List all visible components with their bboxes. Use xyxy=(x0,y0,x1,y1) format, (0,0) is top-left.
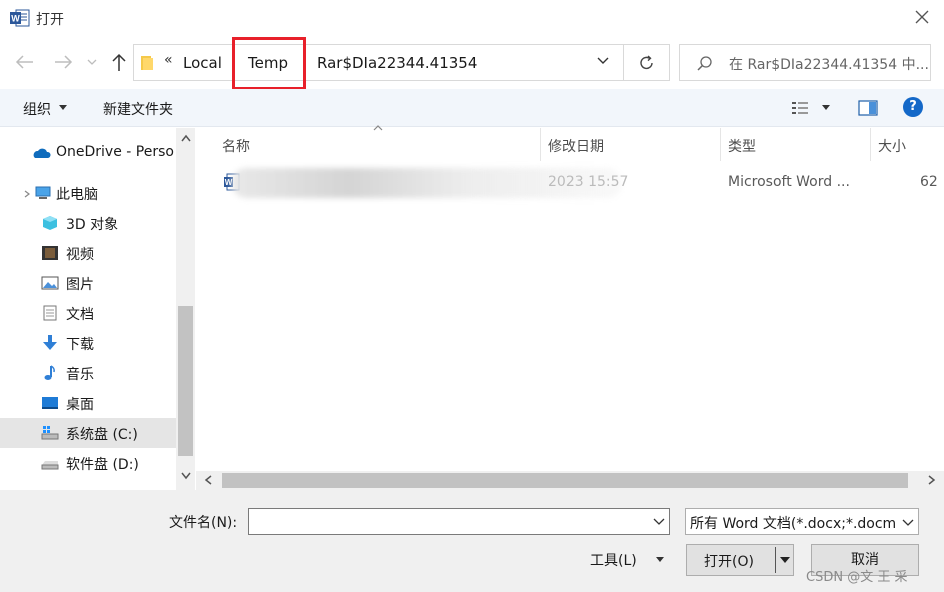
overflow-chevron[interactable]: « xyxy=(164,52,173,68)
organize-caret-icon[interactable] xyxy=(59,105,67,110)
column-divider[interactable] xyxy=(720,128,721,161)
download-icon xyxy=(43,335,57,350)
sidebar-item-label: 此电脑 xyxy=(56,187,98,203)
command-toolbar: 组织 新建文件夹 xyxy=(0,89,944,127)
filename-input[interactable] xyxy=(248,508,670,535)
sidebar-item-label: 文档 xyxy=(66,307,94,323)
file-modified: 2023 15:57 xyxy=(548,174,629,190)
back-arrow-icon[interactable] xyxy=(14,51,36,73)
sidebar-item-label: 图片 xyxy=(66,277,94,293)
sidebar-item-documents[interactable]: 文档 xyxy=(0,298,176,328)
sidebar-item-videos[interactable]: 视频 xyxy=(0,238,176,268)
file-size: 62 xyxy=(920,174,938,190)
search-box[interactable]: 在 Rar$DIa22344.41354 中... xyxy=(679,44,931,81)
onedrive-icon xyxy=(33,148,51,158)
tools-menu-button[interactable]: 工具(L) xyxy=(590,550,637,570)
drive-c-icon xyxy=(41,426,59,440)
filter-dropdown-icon xyxy=(900,517,914,527)
sidebar-item-drive-d[interactable]: 软件盘 (D:) xyxy=(0,448,176,478)
column-header-size[interactable]: 大小 xyxy=(878,136,906,156)
column-header-name[interactable]: 名称 xyxy=(222,136,250,156)
column-divider[interactable] xyxy=(540,128,541,161)
sidebar-item-label: 软件盘 (D:) xyxy=(66,457,139,473)
open-options-caret-icon[interactable] xyxy=(780,557,790,563)
refresh-icon xyxy=(640,55,653,70)
forward-arrow-icon[interactable] xyxy=(52,51,74,73)
sidebar-item-label: 下载 xyxy=(66,337,94,353)
desktop-icon xyxy=(42,397,58,409)
column-header-type[interactable]: 类型 xyxy=(728,136,756,156)
drive-d-icon xyxy=(41,461,59,470)
sidebar-item-label: 桌面 xyxy=(66,397,94,413)
scroll-down-arrow-icon[interactable] xyxy=(181,472,191,480)
title-bar: W 打开 xyxy=(0,0,944,38)
breadcrumb-local[interactable]: Local xyxy=(183,54,222,72)
sidebar-item-label: 系统盘 (C:) xyxy=(66,427,138,443)
scroll-left-arrow-icon[interactable] xyxy=(204,475,212,485)
preview-pane-icon[interactable] xyxy=(858,100,878,116)
sidebar-item-downloads[interactable]: 下载 xyxy=(0,328,176,358)
file-type-filter-select[interactable]: 所有 Word 文档(*.docx;*.docm xyxy=(685,508,919,535)
sidebar-item-label: OneDrive - Perso xyxy=(56,144,174,160)
sidebar-item-onedrive[interactable]: OneDrive - Perso xyxy=(0,138,176,168)
up-arrow-icon[interactable] xyxy=(108,51,130,73)
sidebar-item-desktop[interactable]: 桌面 xyxy=(0,388,176,418)
expand-chevron-icon[interactable] xyxy=(22,189,32,199)
3d-objects-icon xyxy=(43,216,57,230)
video-icon xyxy=(42,246,58,260)
svg-text:W: W xyxy=(11,14,20,24)
refresh-button[interactable] xyxy=(623,44,670,81)
address-dropdown-icon[interactable] xyxy=(596,54,610,68)
recent-locations-chevron-icon[interactable] xyxy=(84,51,100,73)
file-list-header: 名称 修改日期 类型 大小 xyxy=(196,128,944,161)
dialog-footer xyxy=(0,490,944,592)
watermark: CSDN @文 王 采 xyxy=(806,570,908,585)
breadcrumb-current-folder[interactable]: Rar$DIa22344.41354 xyxy=(317,54,477,72)
navigation-pane: OneDrive - Perso 此电脑 3D 对象 视频 图片 文档 下载 音… xyxy=(0,128,195,490)
sidebar-scrollbar[interactable] xyxy=(176,128,195,490)
file-type: Microsoft Word ... xyxy=(728,174,850,190)
help-icon[interactable]: ? xyxy=(903,97,923,117)
sidebar-item-drive-c[interactable]: 系统盘 (C:) xyxy=(0,418,176,448)
computer-icon xyxy=(35,186,51,199)
sidebar-item-3d-objects[interactable]: 3D 对象 xyxy=(0,208,176,238)
sidebar-item-pictures[interactable]: 图片 xyxy=(0,268,176,298)
sidebar-item-music[interactable]: 音乐 xyxy=(0,358,176,388)
scroll-up-arrow-icon[interactable] xyxy=(181,134,191,142)
folder-icon xyxy=(141,56,153,70)
file-type-filter-value: 所有 Word 文档(*.docx;*.docm xyxy=(690,516,897,532)
file-list-horizontal-scrollbar[interactable] xyxy=(196,471,944,490)
highlight-annotation xyxy=(232,37,306,90)
address-bar[interactable]: « Local Temp Rar$DIa22344.41354 xyxy=(133,44,670,81)
sidebar-item-label: 3D 对象 xyxy=(66,217,119,233)
new-folder-button[interactable]: 新建文件夹 xyxy=(103,99,173,119)
window-title: 打开 xyxy=(36,12,64,28)
scroll-right-arrow-icon[interactable] xyxy=(928,475,936,485)
word-icon: W xyxy=(10,9,30,27)
view-details-icon[interactable] xyxy=(791,100,811,116)
table-row[interactable]: W 2023 15:57 Microsoft Word ... 62 xyxy=(196,168,944,198)
sidebar-item-label: 音乐 xyxy=(66,367,94,383)
documents-icon xyxy=(43,305,57,321)
tools-caret-icon[interactable] xyxy=(656,557,664,562)
pictures-icon xyxy=(41,276,59,290)
open-button[interactable]: 打开(O) xyxy=(686,544,794,576)
sidebar-item-label: 视频 xyxy=(66,247,94,263)
close-icon[interactable] xyxy=(914,9,930,25)
view-options-caret-icon[interactable] xyxy=(822,105,830,110)
music-icon xyxy=(44,365,55,380)
horizontal-scroll-thumb[interactable] xyxy=(222,473,908,488)
open-split-divider xyxy=(775,547,776,573)
sidebar-scroll-thumb[interactable] xyxy=(178,306,193,456)
open-button-label: 打开(O) xyxy=(704,554,754,570)
organize-button[interactable]: 组织 xyxy=(23,99,51,119)
search-placeholder: 在 Rar$DIa22344.41354 中... xyxy=(729,57,929,73)
search-icon xyxy=(697,56,712,71)
column-divider[interactable] xyxy=(870,128,871,161)
filename-dropdown-icon[interactable] xyxy=(653,516,665,526)
column-header-modified[interactable]: 修改日期 xyxy=(548,136,604,156)
filename-label: 文件名(N): xyxy=(169,515,238,531)
